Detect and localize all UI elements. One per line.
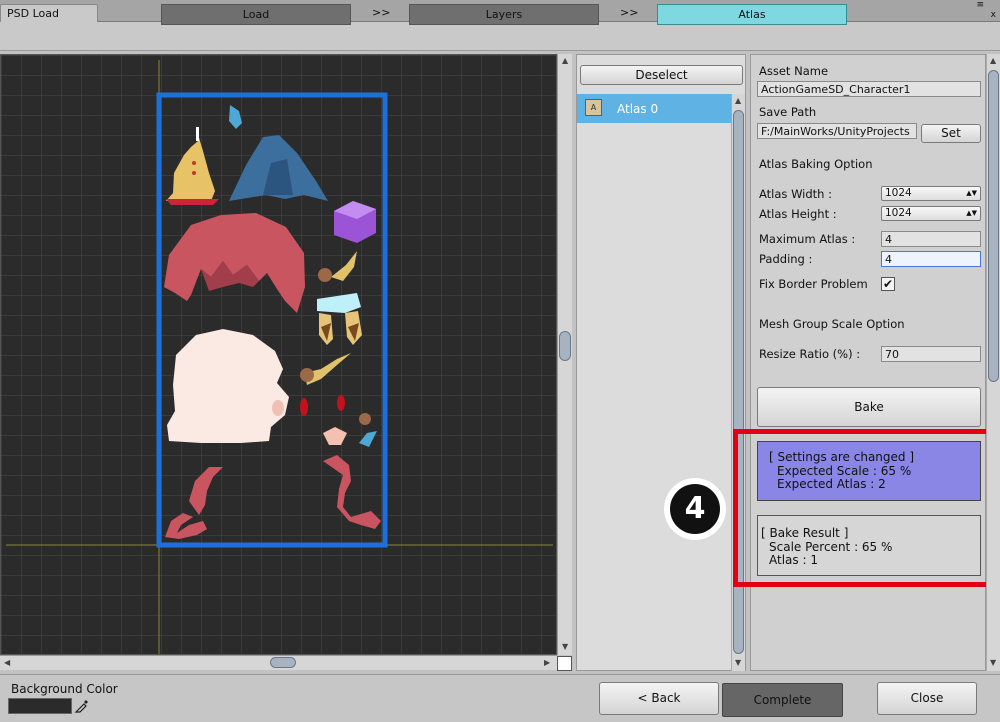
- scroll-left-arrow-icon[interactable]: ◀: [4, 658, 10, 667]
- background-color-swatch[interactable]: [8, 698, 72, 714]
- sprite-hair: [164, 213, 305, 313]
- scroll-up-arrow-icon[interactable]: ▲: [735, 96, 741, 105]
- atlas-width-value: 1024: [885, 187, 912, 199]
- fix-border-label: Fix Border Problem: [759, 277, 868, 291]
- padding-label: Padding :: [759, 252, 813, 266]
- max-atlas-field[interactable]: 4: [881, 231, 981, 247]
- padding-field[interactable]: 4: [881, 251, 981, 267]
- set-path-button[interactable]: Set: [921, 124, 981, 143]
- sprite-dress-button: [192, 171, 196, 175]
- step-atlas-button[interactable]: Atlas: [657, 4, 847, 25]
- sprite-blue-shard: [359, 431, 377, 447]
- atlas-width-label: Atlas Width :: [759, 187, 833, 201]
- scroll-up-arrow-icon[interactable]: ▲: [990, 56, 996, 65]
- scroll-down-arrow-icon[interactable]: ▼: [990, 658, 996, 667]
- scroll-up-arrow-icon[interactable]: ▲: [562, 56, 568, 65]
- atlas-height-select[interactable]: 1024 ▲▼: [881, 206, 981, 221]
- atlas-preview-canvas[interactable]: [0, 54, 557, 655]
- atlas-list-panel: [576, 54, 746, 671]
- sprite-eye-left: [300, 398, 308, 416]
- sprite-stick-base: [300, 368, 314, 382]
- resize-ratio-label: Resize Ratio (%) :: [759, 347, 861, 361]
- atlas-image-icon: A: [585, 99, 602, 116]
- canvas-horizontal-scrollbar[interactable]: ◀ ▶: [0, 655, 557, 670]
- window-menu-icon[interactable]: ≡: [976, 1, 984, 10]
- sprite-curl-top-left: [189, 467, 223, 515]
- mesh-group-title: Mesh Group Scale Option: [759, 317, 905, 331]
- list-item-label: Atlas 0: [617, 102, 659, 116]
- step-layers-button[interactable]: Layers: [409, 4, 599, 25]
- sprite-face: [167, 329, 289, 443]
- step-separator: >>: [372, 6, 391, 19]
- background-color-label: Background Color: [11, 682, 118, 696]
- save-path-label: Save Path: [759, 105, 817, 119]
- canvas-horizontal-scroll-thumb[interactable]: [270, 657, 296, 668]
- asset-name-field[interactable]: ActionGameSD_Character1: [757, 81, 981, 97]
- step-load-button[interactable]: Load: [161, 4, 351, 25]
- save-path-field[interactable]: F:/MainWorks/UnityProjects: [757, 123, 917, 139]
- step-bar: [0, 22, 1000, 51]
- window-close-icon[interactable]: x: [991, 11, 996, 20]
- atlas-sprites: [164, 105, 381, 539]
- resize-ratio-field[interactable]: 70: [881, 346, 981, 362]
- eyedropper-icon[interactable]: [74, 698, 90, 714]
- asset-name-label: Asset Name: [759, 64, 829, 78]
- window-tab[interactable]: PSD Load: [0, 4, 98, 22]
- sprite-curl-bottom-left: [165, 513, 207, 539]
- back-button[interactable]: < Back: [599, 682, 719, 715]
- sprite-brown-dot: [359, 413, 371, 425]
- deselect-button[interactable]: Deselect: [580, 65, 743, 85]
- baking-option-title: Atlas Baking Option: [759, 157, 873, 171]
- sprite-curl-right: [323, 455, 381, 529]
- dropdown-arrows-icon: ▲▼: [966, 189, 977, 197]
- canvas-vertical-scroll-thumb[interactable]: [559, 331, 571, 361]
- atlas-height-label: Atlas Height :: [759, 207, 837, 221]
- atlas-preview-svg: [6, 60, 553, 654]
- fix-border-checkbox[interactable]: ✔: [881, 277, 895, 291]
- sprite-dress-trim: [166, 199, 219, 205]
- sprite-blue-tip: [229, 105, 242, 129]
- canvas-corner: [557, 656, 572, 671]
- scroll-right-arrow-icon[interactable]: ▶: [544, 658, 550, 667]
- atlas-width-select[interactable]: 1024 ▲▼: [881, 186, 981, 201]
- scroll-down-arrow-icon[interactable]: ▼: [562, 642, 568, 651]
- max-atlas-label: Maximum Atlas :: [759, 232, 856, 246]
- sprite-dress-button: [192, 161, 196, 165]
- sprite-horn: [331, 251, 357, 281]
- scroll-down-arrow-icon[interactable]: ▼: [735, 658, 741, 667]
- sprite-dress-collar: [196, 127, 199, 141]
- step-number-text: 4: [670, 484, 720, 534]
- atlas-height-value: 1024: [885, 207, 912, 219]
- settings-vertical-scroll-thumb[interactable]: [988, 70, 999, 382]
- bake-button[interactable]: Bake: [757, 387, 981, 427]
- canvas-vertical-scrollbar[interactable]: ▲ ▼: [557, 54, 572, 655]
- sprite-ear: [272, 400, 284, 416]
- sprite-horn-base: [318, 268, 332, 282]
- settings-vertical-scrollbar[interactable]: ▲ ▼: [986, 54, 1000, 671]
- bottom-bar: [0, 674, 1000, 722]
- sprite-shorts: [317, 293, 361, 313]
- sprite-dress: [166, 127, 215, 201]
- dropdown-arrows-icon: ▲▼: [966, 209, 977, 217]
- sprite-eye-right: [337, 395, 345, 411]
- sprite-mouth: [323, 427, 347, 445]
- window-tab-title: PSD Load: [7, 7, 59, 20]
- complete-button[interactable]: Complete: [722, 683, 843, 717]
- step-separator: >>: [620, 6, 639, 19]
- close-button[interactable]: Close: [877, 682, 977, 715]
- highlight-frame: [733, 429, 996, 587]
